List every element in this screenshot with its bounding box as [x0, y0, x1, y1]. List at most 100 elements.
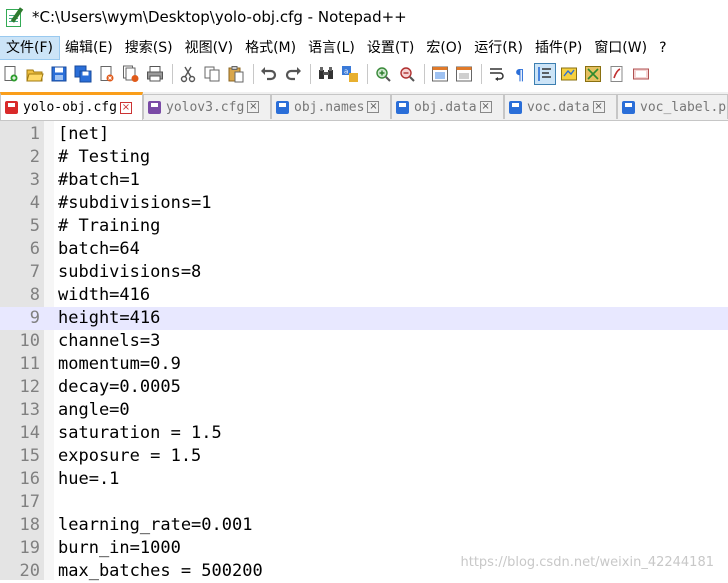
line-text: batch=64 [58, 239, 140, 259]
line-text: exposure = 1.5 [58, 446, 202, 466]
menu-file[interactable]: 文件(F) [0, 36, 60, 60]
function-list-icon[interactable] [582, 63, 604, 85]
line-text: [net] [58, 124, 110, 144]
menu-window[interactable]: 窗口(W) [588, 37, 653, 59]
close-icon[interactable]: × [479, 101, 492, 113]
menu-language[interactable]: 语言(L) [302, 37, 361, 59]
word-wrap-icon[interactable] [486, 63, 508, 85]
open-file-icon[interactable] [24, 63, 46, 85]
menu-help[interactable]: ? [653, 37, 672, 59]
code-line[interactable]: 15 exposure = 1.5 [0, 445, 728, 468]
tab-label: yolo-obj.cfg [23, 100, 117, 115]
undo-icon[interactable] [258, 63, 280, 85]
menu-edit[interactable]: 编辑(E) [59, 37, 119, 59]
code-line[interactable]: 5 # Training [0, 215, 728, 238]
line-number: 2 [29, 147, 40, 167]
code-line[interactable]: 10 channels=3 [0, 330, 728, 353]
zoom-out-icon[interactable] [396, 63, 418, 85]
doc-map-icon[interactable] [558, 63, 580, 85]
close-icon[interactable]: × [592, 101, 605, 113]
print-icon[interactable] [144, 63, 166, 85]
code-line[interactable]: 2 # Testing [0, 146, 728, 169]
save-all-icon[interactable] [72, 63, 94, 85]
saved-file-icon [509, 100, 522, 114]
tab-voc-label[interactable]: voc_label.p [617, 94, 728, 119]
zoom-in-icon[interactable] [372, 63, 394, 85]
copy-icon[interactable] [201, 63, 223, 85]
save-icon[interactable] [48, 63, 70, 85]
code-line[interactable]: 8 width=416 [0, 284, 728, 307]
line-text: decay=0.0005 [58, 377, 181, 397]
line-text: channels=3 [58, 331, 161, 351]
tab-yolov3-cfg[interactable]: yolov3.cfg × [143, 94, 271, 119]
line-text: burn_in=1000 [58, 538, 181, 558]
show-all-chars-icon[interactable]: ¶ [510, 63, 532, 85]
title-bar: *C:\Users\wym\Desktop\yolo-obj.cfg - Not… [0, 0, 728, 34]
redo-icon[interactable] [282, 63, 304, 85]
close-icon[interactable]: × [247, 101, 260, 113]
cut-icon[interactable] [177, 63, 199, 85]
folder-icon[interactable] [606, 63, 628, 85]
tab-strip: yolo-obj.cfg × yolov3.cfg × obj.names × … [0, 92, 728, 121]
line-number: 9 [29, 308, 40, 328]
code-line[interactable]: 7 subdivisions=8 [0, 261, 728, 284]
line-number: 1 [29, 124, 40, 144]
tab-label: voc_label.p [640, 99, 727, 115]
close-icon[interactable]: × [119, 101, 132, 114]
sync-h-icon[interactable] [453, 63, 475, 85]
close-icon[interactable]: × [367, 101, 380, 113]
line-number: 3 [29, 170, 40, 190]
code-line[interactable]: 14 saturation = 1.5 [0, 422, 728, 445]
tab-voc-data[interactable]: voc.data × [504, 94, 617, 119]
menu-view[interactable]: 视图(V) [179, 37, 240, 59]
window-title: *C:\Users\wym\Desktop\yolo-obj.cfg - Not… [32, 8, 407, 26]
tab-yolo-obj-cfg[interactable]: yolo-obj.cfg × [0, 92, 143, 120]
menu-settings[interactable]: 设置(T) [361, 37, 420, 59]
code-line[interactable]: 4 #subdivisions=1 [0, 192, 728, 215]
record-macro-icon[interactable] [630, 63, 652, 85]
indent-guide-icon[interactable] [534, 63, 556, 85]
code-line[interactable]: 12 decay=0.0005 [0, 376, 728, 399]
line-text: angle=0 [58, 400, 130, 420]
code-line[interactable]: 16 hue=.1 [0, 468, 728, 491]
tab-obj-data[interactable]: obj.data × [391, 94, 504, 119]
toolbar-separator [424, 64, 425, 84]
watermark: https://blog.csdn.net/weixin_42244181 [460, 555, 714, 570]
line-text: subdivisions=8 [58, 262, 202, 282]
editor-area[interactable]: 1 [net] 2 # Testing 3 #batch=1 4 #subdivisions=… [0, 121, 728, 581]
close-icon[interactable] [96, 63, 118, 85]
find-icon[interactable] [315, 63, 337, 85]
line-number: 4 [29, 193, 40, 213]
unsaved-file-icon [5, 101, 18, 114]
menu-search[interactable]: 搜索(S) [119, 37, 179, 59]
code-line[interactable]: 13 angle=0 [0, 399, 728, 422]
code-line[interactable]: 17 [0, 491, 728, 514]
code-line[interactable]: 3 #batch=1 [0, 169, 728, 192]
code-line[interactable]: 6 batch=64 [0, 238, 728, 261]
current-code-line[interactable]: 9 height=416 [0, 307, 728, 330]
menu-plugins[interactable]: 插件(P) [529, 37, 588, 59]
close-all-icon[interactable] [120, 63, 142, 85]
tab-label: obj.names [294, 99, 365, 115]
new-file-icon[interactable] [0, 63, 22, 85]
line-number: 15 [19, 446, 40, 466]
line-number: 18 [19, 515, 40, 535]
menu-format[interactable]: 格式(M) [239, 37, 302, 59]
tab-label: obj.data [414, 99, 477, 115]
code-line[interactable]: 11 momentum=0.9 [0, 353, 728, 376]
tab-obj-names[interactable]: obj.names × [271, 94, 391, 119]
sync-v-icon[interactable] [429, 63, 451, 85]
menu-run[interactable]: 运行(R) [468, 37, 529, 59]
toolbar-separator [253, 64, 254, 84]
line-text: momentum=0.9 [58, 354, 181, 374]
paste-icon[interactable] [225, 63, 247, 85]
code-line[interactable]: 18 learning_rate=0.001 [0, 514, 728, 537]
code-line[interactable]: 1 [net] [0, 123, 728, 146]
line-number: 16 [19, 469, 40, 489]
toolbar-separator [367, 64, 368, 84]
file-icon [148, 100, 161, 114]
menu-macro[interactable]: 宏(O) [420, 37, 468, 59]
saved-file-icon [622, 100, 635, 114]
line-text: learning_rate=0.001 [58, 515, 253, 535]
replace-icon[interactable]: a [339, 63, 361, 85]
